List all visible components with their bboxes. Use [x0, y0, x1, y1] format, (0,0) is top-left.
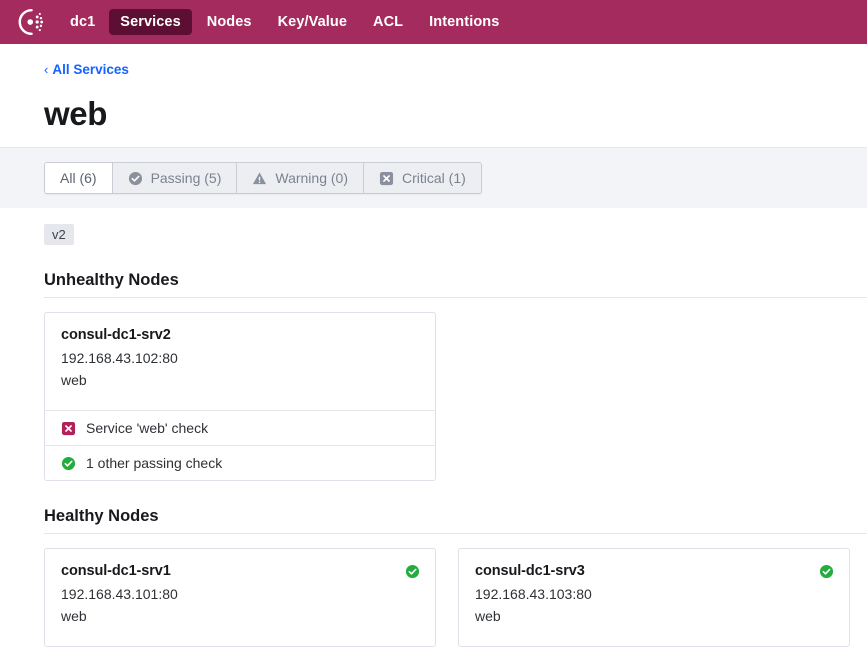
service-tag-v2: v2 — [44, 224, 74, 245]
node-service-name: web — [475, 608, 501, 624]
filter-tab-passing[interactable]: Passing (5) — [112, 163, 238, 193]
section-title-healthy-nodes: Healthy Nodes — [44, 507, 159, 525]
breadcrumb-all-services[interactable]: ‹ All Services — [0, 44, 867, 77]
node-check-label: Service 'web' check — [86, 420, 209, 436]
health-filter-group: All (6) Passing (5) Warning (0) Critical… — [44, 162, 482, 194]
nav-items: dc1 Services Nodes Key/Value ACL Intenti… — [68, 9, 510, 35]
check-circle-icon — [61, 456, 76, 470]
node-name: consul-dc1-srv3 — [475, 563, 585, 579]
node-name: consul-dc1-srv1 — [61, 563, 171, 579]
check-circle-icon — [819, 564, 834, 579]
nav-item-intentions[interactable]: Intentions — [418, 9, 510, 35]
content-area: v2 Unhealthy Nodes consul-dc1-srv2 192.1… — [0, 208, 867, 647]
node-card[interactable]: consul-dc1-srv3 192.168.43.103:80 web — [458, 548, 850, 647]
filter-tab-all-label: All (6) — [60, 170, 97, 186]
filter-tab-critical-label: Critical (1) — [402, 170, 466, 186]
top-navigation-bar: dc1 Services Nodes Key/Value ACL Intenti… — [0, 0, 867, 44]
healthy-nodes-grid: consul-dc1-srv1 192.168.43.101:80 web co… — [44, 534, 867, 647]
filter-tab-warning[interactable]: Warning (0) — [237, 163, 364, 193]
node-card[interactable]: consul-dc1-srv2 192.168.43.102:80 web Se… — [44, 312, 436, 481]
nav-item-acl[interactable]: ACL — [362, 9, 414, 35]
check-circle-icon — [405, 564, 420, 579]
node-address: 192.168.43.103:80 — [475, 586, 592, 602]
node-address: 192.168.43.102:80 — [61, 350, 178, 366]
node-check-label: 1 other passing check — [86, 455, 223, 471]
x-square-icon — [61, 421, 76, 435]
page-title: web — [44, 95, 107, 132]
node-card-body: consul-dc1-srv3 192.168.43.103:80 web — [459, 549, 849, 646]
breadcrumb-label: All Services — [52, 62, 129, 77]
chevron-left-icon: ‹ — [44, 62, 49, 77]
filter-tab-warning-label: Warning (0) — [275, 170, 348, 186]
node-address: 192.168.43.101:80 — [61, 586, 178, 602]
node-check-row[interactable]: Service 'web' check — [45, 410, 435, 445]
nav-item-key-value[interactable]: Key/Value — [267, 9, 358, 35]
status-badge — [405, 564, 420, 579]
x-square-icon — [379, 171, 394, 185]
check-circle-icon — [128, 171, 142, 185]
unhealthy-nodes-grid: consul-dc1-srv2 192.168.43.102:80 web Se… — [44, 298, 867, 481]
service-tags: v2 — [44, 208, 867, 245]
node-check-row[interactable]: 1 other passing check — [45, 445, 435, 480]
filter-tab-all[interactable]: All (6) — [45, 163, 113, 193]
node-card-body: consul-dc1-srv2 192.168.43.102:80 web — [45, 313, 435, 410]
nav-item-nodes[interactable]: Nodes — [196, 9, 263, 35]
node-card[interactable]: consul-dc1-srv1 192.168.43.101:80 web — [44, 548, 436, 647]
filter-tab-passing-label: Passing (5) — [150, 170, 222, 186]
node-service-name: web — [61, 608, 87, 624]
consul-logo-icon[interactable] — [16, 7, 46, 37]
section-title-unhealthy-nodes: Unhealthy Nodes — [44, 271, 179, 289]
page-container: ‹ All Services web All (6) Passing (5) W… — [0, 44, 867, 647]
node-service-name: web — [61, 372, 87, 388]
filter-tab-critical[interactable]: Critical (1) — [364, 163, 481, 193]
nav-datacenter-dc1[interactable]: dc1 — [68, 9, 105, 35]
warning-triangle-icon — [253, 172, 267, 184]
nav-item-services[interactable]: Services — [109, 9, 192, 35]
filter-band: All (6) Passing (5) Warning (0) Critical… — [0, 147, 867, 208]
status-badge — [819, 564, 834, 579]
node-name: consul-dc1-srv2 — [61, 327, 171, 343]
node-card-body: consul-dc1-srv1 192.168.43.101:80 web — [45, 549, 435, 646]
